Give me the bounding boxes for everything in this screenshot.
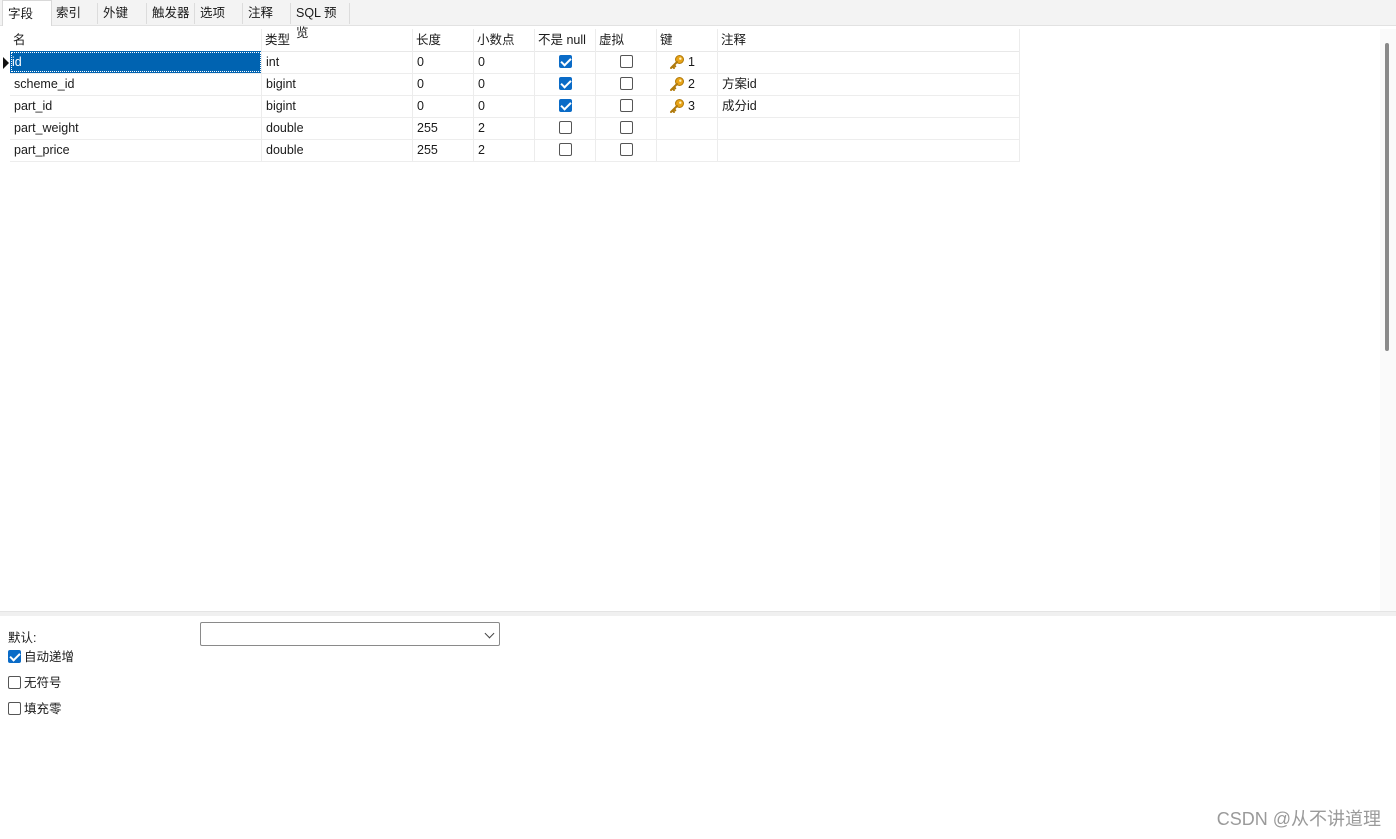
cell-not-null (535, 51, 596, 73)
primary-key-icon (670, 77, 684, 91)
cell-type[interactable]: bigint (262, 73, 413, 95)
cell-type[interactable]: bigint (262, 95, 413, 117)
cell-type[interactable]: double (262, 139, 413, 161)
cell-key[interactable] (657, 117, 718, 139)
tab-fields[interactable]: 字段 (2, 0, 52, 26)
col-header-type[interactable]: 类型 (262, 29, 413, 51)
auto-increment-checkbox[interactable] (8, 650, 21, 663)
cell-decimals[interactable]: 0 (474, 95, 535, 117)
cell-virtual (596, 51, 657, 73)
zerofill-checkbox[interactable] (8, 702, 21, 715)
col-header-virtual[interactable]: 虚拟 (596, 29, 657, 51)
col-header-decimals[interactable]: 小数点 (474, 29, 535, 51)
table-row[interactable]: scheme_id bigint 0 0 2 方案id (10, 73, 1020, 96)
cell-comment[interactable] (718, 51, 1020, 73)
key-order: 3 (688, 99, 695, 113)
tab-bar: 字段 索引 外键 触发器 选项 注释 SQL 预览 (0, 0, 1396, 40)
virtual-checkbox[interactable] (620, 121, 633, 134)
col-header-length[interactable]: 长度 (413, 29, 474, 51)
cell-key[interactable]: 2 (657, 73, 718, 95)
cell-comment[interactable] (718, 117, 1020, 139)
virtual-checkbox[interactable] (620, 143, 633, 156)
cell-length[interactable]: 0 (413, 95, 474, 117)
unsigned-label: 无符号 (24, 676, 62, 690)
vertical-scrollbar[interactable] (1380, 29, 1396, 611)
cell-key[interactable]: 3 (657, 95, 718, 117)
cell-virtual (596, 95, 657, 117)
cell-not-null (535, 95, 596, 117)
tab-comments[interactable]: 注释 (243, 3, 291, 24)
primary-key-icon (670, 99, 684, 113)
cell-length[interactable]: 255 (413, 117, 474, 139)
table-row[interactable]: part_id bigint 0 0 3 成分id (10, 95, 1020, 118)
tab-triggers[interactable]: 触发器 (147, 3, 195, 24)
not-null-checkbox[interactable] (559, 77, 572, 90)
chevron-down-icon[interactable] (484, 628, 495, 639)
cell-not-null (535, 73, 596, 95)
cell-name[interactable]: part_price (10, 139, 262, 161)
key-order: 2 (688, 77, 695, 91)
virtual-checkbox[interactable] (620, 55, 633, 68)
current-row-indicator (3, 57, 9, 69)
cell-name[interactable]: id (10, 51, 262, 73)
cell-virtual (596, 117, 657, 139)
auto-increment-label: 自动递增 (24, 650, 75, 664)
cell-length[interactable]: 0 (413, 73, 474, 95)
cell-type[interactable]: int (262, 51, 413, 73)
tab-indexes[interactable]: 索引 (51, 3, 98, 24)
tab-foreign-keys[interactable]: 外键 (98, 3, 147, 24)
default-label: 默认: (8, 631, 37, 645)
not-null-checkbox[interactable] (559, 143, 572, 156)
col-header-name[interactable]: 名 (10, 29, 262, 51)
cell-comment[interactable] (718, 139, 1020, 161)
cell-virtual (596, 139, 657, 161)
cell-decimals[interactable]: 2 (474, 139, 535, 161)
table-row[interactable]: id int 0 0 1 (10, 51, 1020, 74)
cell-decimals[interactable]: 2 (474, 117, 535, 139)
cell-key[interactable] (657, 139, 718, 161)
tab-sql-preview[interactable]: SQL 预览 (291, 3, 350, 40)
panel-splitter[interactable] (0, 611, 1396, 616)
cell-virtual (596, 73, 657, 95)
virtual-checkbox[interactable] (620, 77, 633, 90)
cell-name[interactable]: part_weight (10, 117, 262, 139)
tab-options[interactable]: 选项 (195, 3, 243, 24)
scrollbar-thumb[interactable] (1385, 43, 1389, 351)
cell-key[interactable]: 1 (657, 51, 718, 73)
cell-type[interactable]: double (262, 117, 413, 139)
cell-name[interactable]: part_id (10, 95, 262, 117)
col-header-not-null[interactable]: 不是 null (535, 29, 596, 51)
cell-length[interactable]: 0 (413, 51, 474, 73)
col-header-key[interactable]: 键 (657, 29, 718, 51)
cell-not-null (535, 117, 596, 139)
cell-not-null (535, 139, 596, 161)
not-null-checkbox[interactable] (559, 55, 572, 68)
cell-comment[interactable]: 方案id (718, 73, 1020, 95)
default-value-combobox[interactable] (200, 622, 500, 646)
not-null-checkbox[interactable] (559, 99, 572, 112)
primary-key-icon (670, 55, 684, 69)
col-header-comment[interactable]: 注释 (718, 29, 1020, 51)
unsigned-checkbox[interactable] (8, 676, 21, 689)
cell-length[interactable]: 255 (413, 139, 474, 161)
virtual-checkbox[interactable] (620, 99, 633, 112)
grid-header: 名 类型 长度 小数点 不是 null 虚拟 键 注释 (10, 29, 1020, 52)
watermark: CSDN @从不讲道理 (1216, 809, 1381, 829)
table-row[interactable]: part_weight double 255 2 (10, 117, 1020, 140)
key-order: 1 (688, 55, 695, 69)
zerofill-label: 填充零 (24, 702, 62, 716)
table-row[interactable]: part_price double 255 2 (10, 139, 1020, 162)
not-null-checkbox[interactable] (559, 121, 572, 134)
cell-decimals[interactable]: 0 (474, 51, 535, 73)
cell-name[interactable]: scheme_id (10, 73, 262, 95)
cell-comment[interactable]: 成分id (718, 95, 1020, 117)
cell-decimals[interactable]: 0 (474, 73, 535, 95)
